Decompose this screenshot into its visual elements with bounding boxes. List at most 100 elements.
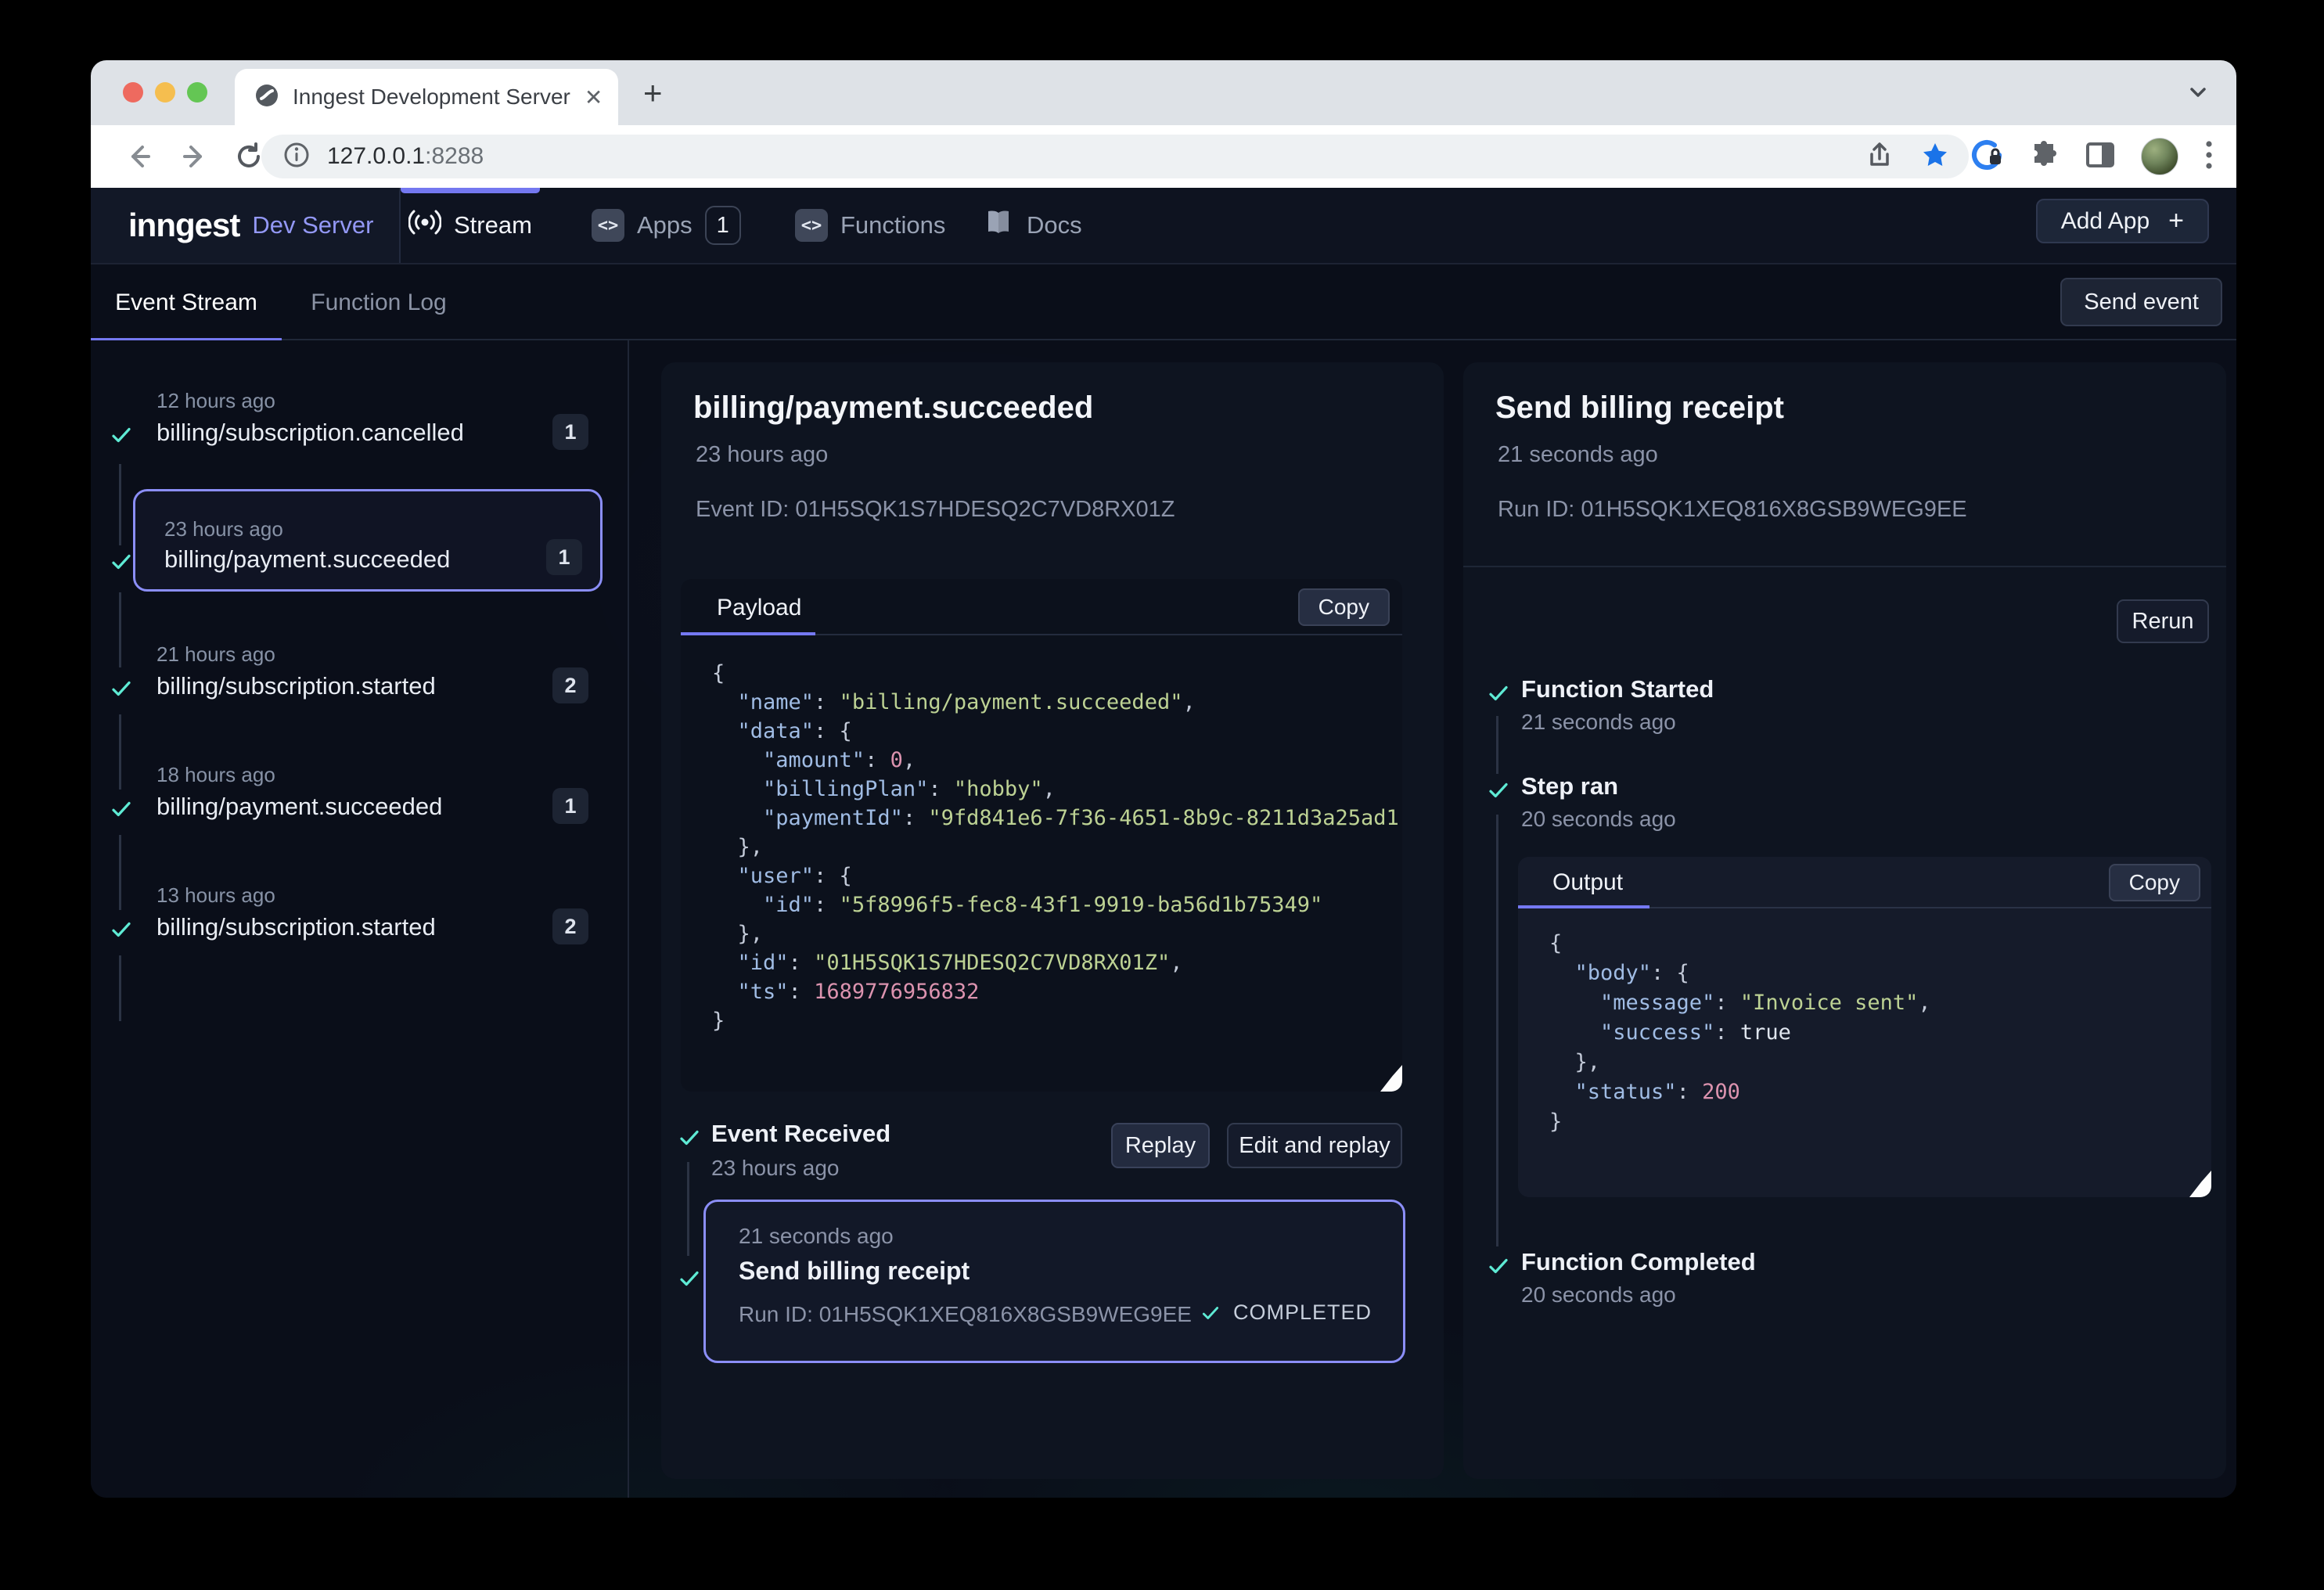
send-event-label: Send event bbox=[2084, 290, 2199, 315]
function-started-time: 21 seconds ago bbox=[1521, 710, 1676, 735]
step-ran-time: 20 seconds ago bbox=[1521, 807, 1676, 832]
send-event-button[interactable]: Send event bbox=[2060, 278, 2222, 326]
add-app-label: Add App bbox=[2061, 208, 2150, 235]
success-check-icon bbox=[1487, 1254, 1510, 1278]
inngest-logo: inngest bbox=[128, 207, 239, 244]
event-count-badge: 1 bbox=[546, 539, 582, 575]
event-time: 23 hours ago bbox=[164, 517, 283, 541]
success-check-icon bbox=[110, 918, 133, 941]
url-bar[interactable]: 127.0.0.1:8288 bbox=[261, 135, 1969, 178]
nav-apps-label: Apps bbox=[637, 211, 693, 239]
apps-count-badge: 1 bbox=[705, 206, 741, 245]
add-app-button[interactable]: Add App + bbox=[2036, 199, 2209, 243]
bookmark-star-icon[interactable] bbox=[1920, 141, 1950, 174]
payload-tab[interactable]: Payload bbox=[717, 595, 801, 621]
site-info-icon[interactable] bbox=[283, 142, 310, 172]
nav-item-apps[interactable]: <> Apps 1 bbox=[592, 188, 741, 263]
nav-item-docs[interactable]: Docs bbox=[983, 188, 1082, 263]
stream-broadcast-icon bbox=[408, 206, 441, 245]
payload-card: Payload Copy { "name": "billing/payment.… bbox=[681, 579, 1402, 1092]
nav-item-functions[interactable]: <> Functions bbox=[795, 188, 945, 263]
copy-output-button[interactable]: Copy bbox=[2109, 864, 2200, 901]
timeline-connector bbox=[119, 835, 121, 910]
run-title: Send billing receipt bbox=[1495, 390, 1784, 426]
event-received-time: 23 hours ago bbox=[711, 1156, 839, 1181]
password-extension-icon[interactable] bbox=[1970, 138, 2003, 175]
favicon-globe-icon bbox=[255, 84, 279, 111]
side-panel-icon[interactable] bbox=[2085, 139, 2116, 174]
functions-code-icon: <> bbox=[795, 209, 828, 242]
tab-close-icon[interactable]: ✕ bbox=[585, 85, 603, 110]
mac-zoom-button[interactable] bbox=[187, 82, 207, 103]
extensions-puzzle-icon[interactable] bbox=[2028, 139, 2060, 174]
new-tab-button[interactable]: + bbox=[643, 60, 663, 125]
output-card: Output Copy { "body": { "message": "Invo… bbox=[1518, 857, 2211, 1197]
completed-check-icon bbox=[1200, 1303, 1221, 1323]
column-divider bbox=[628, 340, 629, 1498]
docs-book-icon bbox=[983, 207, 1014, 244]
success-check-icon bbox=[678, 1267, 701, 1290]
step-ran-label: Step ran bbox=[1521, 772, 1618, 800]
timeline-connector bbox=[119, 714, 121, 790]
copy-payload-button[interactable]: Copy bbox=[1298, 588, 1390, 626]
apps-code-icon: <> bbox=[592, 209, 624, 242]
browser-tab[interactable]: Inngest Development Server ✕ bbox=[235, 69, 618, 125]
output-tab[interactable]: Output bbox=[1552, 869, 1623, 896]
share-icon[interactable] bbox=[1865, 142, 1894, 174]
tab-event-stream-label: Event Stream bbox=[115, 290, 257, 316]
menu-dots-icon[interactable] bbox=[2203, 138, 2214, 176]
timeline-connector bbox=[119, 592, 121, 667]
browser-tab-strip: Inngest Development Server ✕ + bbox=[91, 60, 2236, 125]
panel-divider bbox=[1463, 566, 2226, 567]
success-check-icon bbox=[110, 550, 133, 574]
plus-icon: + bbox=[2168, 206, 2184, 236]
event-detail-panel: billing/payment.succeeded 23 hours ago E… bbox=[661, 362, 1444, 1479]
profile-avatar[interactable] bbox=[2141, 138, 2178, 175]
back-icon[interactable] bbox=[124, 141, 155, 172]
brand: inngest Dev Server bbox=[91, 188, 401, 263]
success-check-icon bbox=[110, 423, 133, 447]
edit-and-replay-button[interactable]: Edit and replay bbox=[1227, 1123, 1402, 1168]
function-run-card[interactable]: 21 seconds ago Send billing receipt Run … bbox=[703, 1200, 1405, 1363]
timeline-connector bbox=[1496, 815, 1498, 1246]
success-check-icon bbox=[678, 1126, 701, 1149]
nav-functions-label: Functions bbox=[840, 211, 945, 239]
reload-icon[interactable] bbox=[233, 141, 264, 172]
run-time: 21 seconds ago bbox=[739, 1224, 894, 1249]
event-time: 21 hours ago bbox=[156, 642, 275, 667]
rerun-button[interactable]: Rerun bbox=[2117, 599, 2209, 643]
event-name: billing/payment.succeeded bbox=[164, 545, 450, 574]
url-text: 127.0.0.1:8288 bbox=[327, 143, 484, 170]
completed-label: COMPLETED bbox=[1233, 1300, 1372, 1325]
event-time: 12 hours ago bbox=[156, 389, 275, 413]
forward-icon[interactable] bbox=[178, 141, 210, 172]
event-name: billing/payment.succeeded bbox=[156, 793, 442, 821]
success-check-icon bbox=[110, 677, 133, 700]
nav-item-stream[interactable]: Stream bbox=[408, 188, 532, 263]
timeline-connector bbox=[687, 1162, 689, 1256]
run-id: Run ID: 01H5SQK1XEQ816X8GSB9WEG9EE bbox=[739, 1302, 1192, 1327]
tab-event-stream[interactable]: Event Stream bbox=[91, 264, 282, 340]
stream-subnav: Event Stream Function Log Send event bbox=[91, 264, 2236, 340]
function-completed-time: 20 seconds ago bbox=[1521, 1282, 1676, 1308]
run-name: Send billing receipt bbox=[739, 1257, 970, 1286]
tab-search-chevron-icon[interactable] bbox=[2186, 81, 2210, 108]
content-area: 12 hours ago billing/subscription.cancel… bbox=[91, 340, 2236, 1498]
run-detail-panel: Send billing receipt 21 seconds ago Run … bbox=[1463, 362, 2226, 1479]
replay-button[interactable]: Replay bbox=[1111, 1123, 1210, 1168]
mac-close-button[interactable] bbox=[123, 82, 143, 103]
output-json: { "body": { "message": "Invoice sent", "… bbox=[1518, 908, 2211, 1137]
event-title: billing/payment.succeeded bbox=[693, 390, 1093, 426]
tab-title: Inngest Development Server bbox=[293, 85, 570, 110]
timeline-connector bbox=[1496, 716, 1498, 774]
payload-header: Payload Copy bbox=[681, 579, 1402, 635]
event-count-badge: 1 bbox=[552, 414, 588, 450]
mac-minimize-button[interactable] bbox=[155, 82, 175, 103]
browser-toolbar: 127.0.0.1:8288 bbox=[91, 125, 2236, 188]
function-completed-label: Function Completed bbox=[1521, 1248, 1756, 1276]
app-header: inngest Dev Server Stream <> Apps 1 <> F… bbox=[91, 188, 2236, 264]
payload-json: { "name": "billing/payment.succeeded", "… bbox=[681, 635, 1402, 1035]
event-count-badge: 1 bbox=[552, 788, 588, 824]
timeline-connector bbox=[119, 464, 121, 545]
tab-function-log[interactable]: Function Log bbox=[300, 264, 457, 340]
